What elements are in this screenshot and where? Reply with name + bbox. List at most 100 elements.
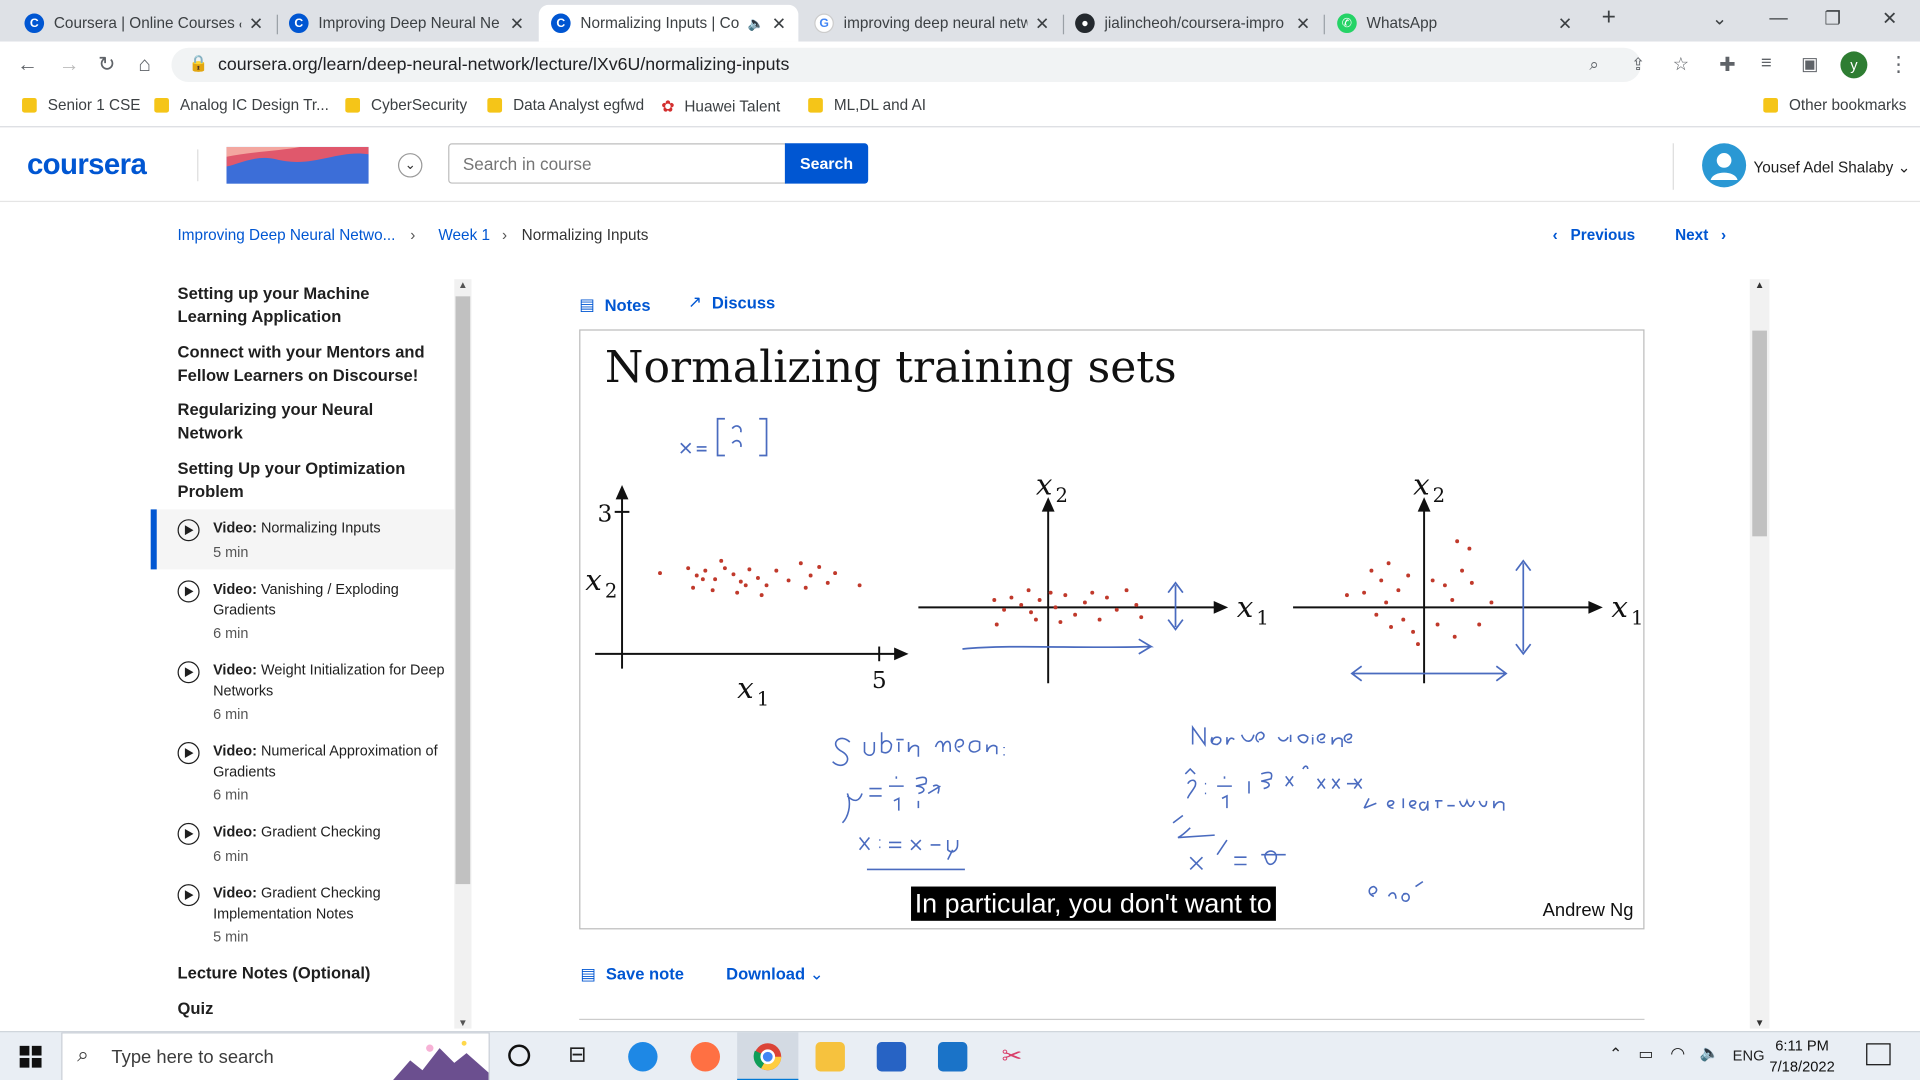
coursera-logo[interactable]: coursera — [27, 148, 147, 182]
tab-improving-deep[interactable]: C Improving Deep Neural Ne ✕ — [277, 5, 537, 42]
whatsapp-icon: ✆ — [1337, 13, 1357, 34]
discuss-tab[interactable]: ↗ Discuss — [688, 293, 775, 313]
sidebar-section[interactable]: Setting Up your Optimization Problem — [178, 458, 435, 503]
close-tab-icon[interactable]: ✕ — [1296, 13, 1310, 34]
close-tab-icon[interactable]: ✕ — [1035, 13, 1049, 34]
cortana-icon[interactable] — [508, 1044, 531, 1067]
next-button[interactable]: Next › — [1675, 227, 1726, 244]
wifi-icon[interactable]: ◠ — [1670, 1043, 1685, 1064]
sidebar-section[interactable]: Quiz — [178, 998, 435, 1021]
tab-github[interactable]: ● jialincheoh/coursera-impro ✕ — [1063, 5, 1323, 42]
close-tab-icon[interactable]: ✕ — [1558, 13, 1572, 34]
sidebar-item-gradient-checking-notes[interactable]: Video: Gradient Checking Implementation … — [151, 883, 455, 947]
language-indicator[interactable]: ENG — [1733, 1047, 1765, 1064]
bookmark-item[interactable]: ✿ Huawei Talent — [661, 97, 780, 117]
user-avatar-icon[interactable] — [1702, 143, 1747, 188]
folder-icon — [487, 97, 503, 113]
breadcrumb-current: Normalizing Inputs — [521, 226, 649, 244]
bookmark-item[interactable]: CyberSecurity — [345, 97, 467, 114]
page-scroll-thumb[interactable] — [1752, 330, 1767, 537]
sidebar-scrollbar[interactable]: ▲ ▼ — [454, 279, 472, 1029]
download-button[interactable]: Download ⌄ — [726, 965, 823, 985]
github-icon: ● — [1075, 13, 1095, 34]
forward-icon[interactable]: → — [59, 53, 80, 77]
tab-google-search[interactable]: G improving deep neural netw ✕ — [802, 5, 1062, 42]
close-tab-icon[interactable]: ✕ — [249, 13, 263, 34]
video-player[interactable]: Normalizing training sets 3 5 x2 x1 x2 x… — [579, 329, 1645, 930]
slide-drawing: 3 5 x2 x1 x2 x1 x2 x1 — [585, 417, 1643, 903]
edge-icon[interactable] — [628, 1042, 658, 1072]
scroll-down-icon[interactable]: ▼ — [458, 1018, 468, 1029]
course-search-input[interactable]: Search in course — [448, 143, 787, 184]
sidebar-item-normalizing-inputs[interactable]: Video: Normalizing Inputs 5 min — [150, 509, 455, 570]
bookmark-item[interactable]: ML,DL and AI — [808, 97, 926, 114]
file-explorer-icon[interactable] — [815, 1042, 845, 1072]
chrome-taskbar-button[interactable] — [737, 1032, 799, 1080]
breadcrumb-course[interactable]: Improving Deep Neural Netwo... — [178, 227, 396, 244]
lock-icon: 🔒 — [188, 53, 209, 73]
star-icon[interactable]: ☆ — [1673, 53, 1689, 75]
url-text[interactable]: coursera.org/learn/deep-neural-network/l… — [218, 55, 789, 75]
profile-avatar[interactable]: y — [1840, 51, 1868, 79]
folder-icon — [154, 97, 169, 113]
bookmark-item[interactable]: Analog IC Design Tr... — [154, 97, 329, 114]
notes-tab[interactable]: ▤ Notes — [579, 295, 650, 315]
mail-icon[interactable] — [937, 1042, 968, 1072]
windows-start-icon[interactable] — [19, 1045, 42, 1068]
taskbar-search[interactable]: ⌕ Type here to search — [61, 1032, 490, 1080]
scroll-down-icon[interactable]: ▼ — [1755, 1018, 1765, 1029]
page-scrollbar[interactable]: ▲ ▼ — [1749, 279, 1770, 1029]
user-menu[interactable]: Yousef Adel Shalaby ⌄ — [1753, 158, 1910, 176]
store-icon[interactable] — [876, 1042, 907, 1072]
close-window-button[interactable]: ✕ — [1882, 7, 1897, 30]
save-note-button[interactable]: ▤ Save note — [580, 965, 684, 985]
tab-search-icon[interactable]: ⌄ — [1712, 7, 1727, 30]
tray-expand-icon[interactable]: ⌃ — [1609, 1044, 1622, 1064]
menu-icon[interactable]: ⋮ — [1888, 53, 1909, 77]
sidebar-section[interactable]: Connect with your Mentors and Fellow Lea… — [178, 342, 435, 387]
extensions-icon[interactable]: ✚ — [1719, 53, 1735, 77]
course-dropdown-icon[interactable]: ⌄ — [397, 153, 423, 178]
tab-whatsapp[interactable]: ✆ WhatsApp ✕ — [1325, 5, 1585, 42]
sidebar-section[interactable]: Setting up your Machine Learning Applica… — [178, 283, 435, 328]
volume-icon[interactable]: 🔈 — [1700, 1043, 1720, 1063]
firefox-icon[interactable] — [690, 1042, 721, 1072]
restore-button[interactable]: ❐ — [1825, 7, 1841, 30]
clock[interactable]: 6:11 PM 7/18/2022 — [1769, 1036, 1834, 1076]
tab-normalizing-inputs[interactable]: C Normalizing Inputs | Co 🔈 ✕ — [538, 4, 799, 42]
close-tab-icon[interactable]: ✕ — [510, 13, 524, 34]
notifications-icon[interactable] — [1866, 1043, 1891, 1066]
previous-button[interactable]: ‹ Previous — [1553, 227, 1636, 244]
task-view-icon[interactable]: ⊟ — [568, 1042, 586, 1068]
side-panel-icon[interactable]: ▣ — [1801, 53, 1818, 75]
sidebar-scroll-thumb[interactable] — [455, 296, 471, 885]
reload-icon[interactable]: ↻ — [98, 53, 115, 77]
back-icon[interactable]: ← — [17, 53, 38, 77]
search-button[interactable]: Search — [784, 143, 869, 184]
battery-icon[interactable]: ▭ — [1638, 1044, 1653, 1064]
scroll-up-icon[interactable]: ▲ — [1755, 279, 1765, 290]
minimize-button[interactable]: — — [1769, 7, 1787, 28]
omnibox[interactable]: 🔒 coursera.org/learn/deep-neural-network… — [171, 47, 1689, 83]
home-icon[interactable]: ⌂ — [138, 53, 151, 77]
bookmark-item[interactable]: Senior 1 CSE — [22, 97, 140, 114]
breadcrumb-week[interactable]: Week 1 — [438, 227, 490, 244]
media-icon[interactable]: ≡ — [1761, 53, 1772, 74]
sidebar-item-vanishing-gradients[interactable]: Video: Vanishing / Exploding Gradients 6… — [151, 579, 455, 643]
scroll-up-icon[interactable]: ▲ — [458, 279, 468, 290]
zoom-icon[interactable]: ⌕ — [1589, 54, 1599, 75]
sidebar-section[interactable]: Regularizing your Neural Network — [178, 399, 435, 444]
snipping-tool-icon[interactable]: ✂ — [1002, 1041, 1023, 1072]
sidebar-item-weight-initialization[interactable]: Video: Weight Initialization for Deep Ne… — [151, 660, 455, 724]
svg-text:x: x — [1413, 468, 1430, 502]
share-icon[interactable]: ⇪ — [1631, 54, 1645, 75]
sidebar-item-gradient-checking[interactable]: Video: Gradient Checking 6 min — [151, 822, 455, 866]
sidebar-section[interactable]: Lecture Notes (Optional) — [178, 962, 435, 985]
sidebar-item-numerical-approximation[interactable]: Video: Numerical Approximation of Gradie… — [151, 741, 455, 805]
search-icon: ⌕ — [77, 1043, 89, 1067]
new-tab-button[interactable]: + — [1602, 4, 1616, 32]
bookmark-item[interactable]: Data Analyst egfwd — [487, 97, 644, 114]
tab-coursera-home[interactable]: C Coursera | Online Courses & ✕ — [12, 5, 275, 42]
other-bookmarks[interactable]: Other bookmarks — [1763, 97, 1906, 114]
close-tab-icon[interactable]: ✕ — [772, 13, 786, 34]
